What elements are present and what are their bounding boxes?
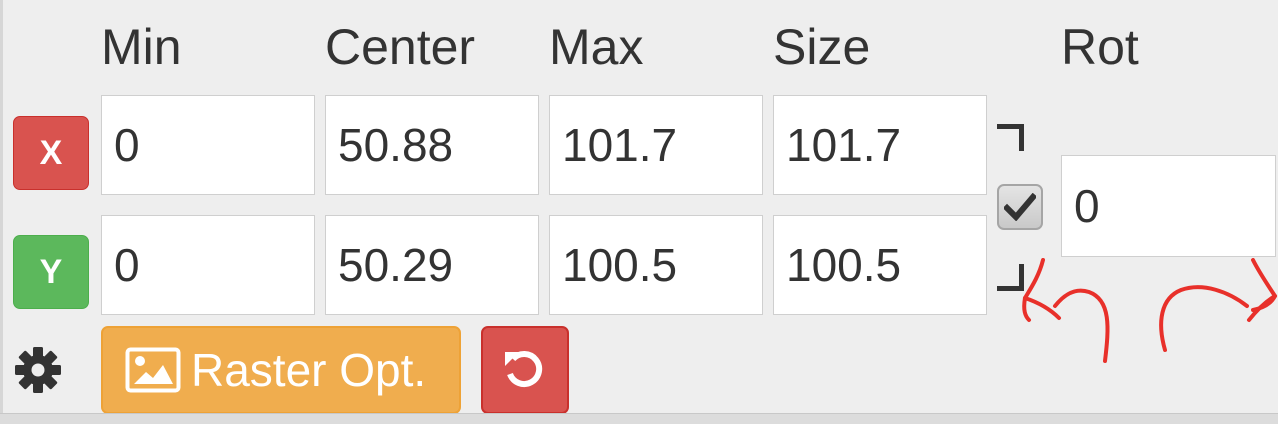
image-icon <box>125 347 181 393</box>
check-icon <box>1004 193 1036 221</box>
raster-options-label: Raster Opt. <box>191 344 427 396</box>
header-rot: Rot <box>1061 19 1139 75</box>
x-axis-badge: X <box>13 116 89 190</box>
raster-options-button[interactable]: Raster Opt. <box>101 326 461 414</box>
y-axis-badge: Y <box>13 235 89 309</box>
rotation-input[interactable] <box>1061 155 1276 257</box>
x-min-input[interactable] <box>101 95 315 195</box>
lock-aspect-checkbox[interactable] <box>997 184 1043 230</box>
y-size-input[interactable] <box>773 215 987 315</box>
header-center: Center <box>325 19 476 75</box>
gear-icon[interactable] <box>13 345 63 395</box>
header-size: Size <box>773 19 871 75</box>
lock-bracket-top <box>997 124 1024 151</box>
rotate-left-arrow-icon[interactable] <box>1019 258 1119 364</box>
x-max-input[interactable] <box>549 95 763 195</box>
x-center-input[interactable] <box>325 95 539 195</box>
bottom-divider <box>0 413 1278 424</box>
y-center-input[interactable] <box>325 215 539 315</box>
y-max-input[interactable] <box>549 215 763 315</box>
header-max: Max <box>549 19 644 75</box>
header-min: Min <box>101 19 182 75</box>
reset-button[interactable] <box>481 326 569 414</box>
rotate-right-arrow-icon[interactable] <box>1153 258 1278 354</box>
transform-panel: Min Center Max Size Rot X Y <box>0 0 1278 414</box>
y-min-input[interactable] <box>101 215 315 315</box>
x-size-input[interactable] <box>773 95 987 195</box>
undo-icon <box>505 351 543 388</box>
